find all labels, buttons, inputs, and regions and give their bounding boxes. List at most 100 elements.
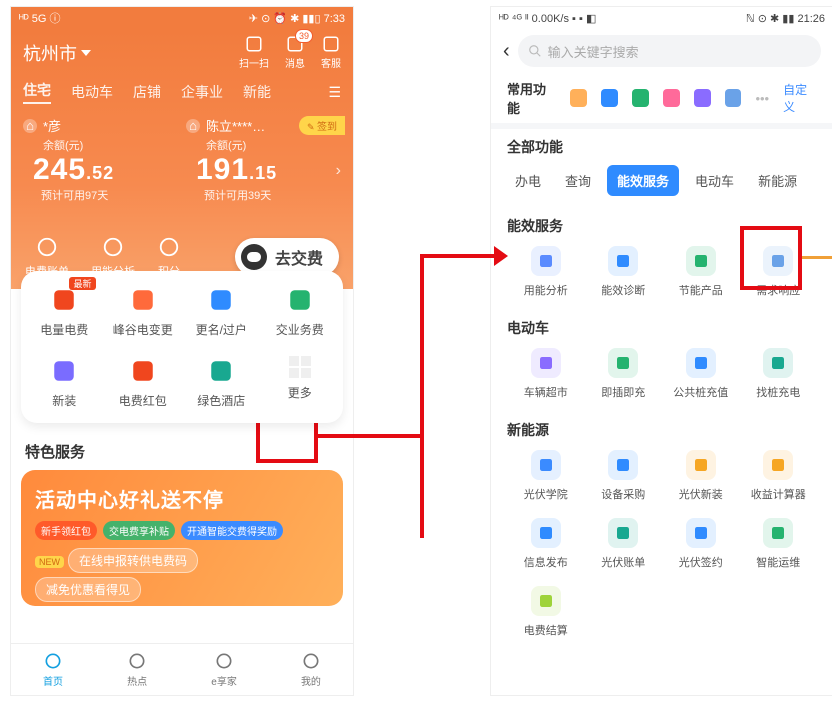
headset-icon-button[interactable]: 客服 bbox=[321, 35, 341, 70]
chevron-down-icon bbox=[81, 50, 91, 56]
func-item-光伏账单[interactable]: 光伏账单 bbox=[585, 518, 663, 570]
sign-in-button[interactable]: ✎ 签到 bbox=[299, 116, 345, 135]
search-placeholder: 输入关键字搜索 bbox=[548, 42, 639, 61]
func-icon bbox=[531, 586, 561, 616]
section-电动车: 电动车车辆超市即插即充公共桩充值找桩充电 bbox=[491, 306, 832, 408]
cat-tab-能效服务[interactable]: 能效服务 bbox=[607, 165, 679, 196]
func-icon bbox=[531, 246, 561, 276]
section-能效服务: 能效服务用能分析能效诊断节能产品需求响应 bbox=[491, 204, 832, 306]
grid-item-峰谷电变更[interactable]: 峰谷电变更 bbox=[104, 285, 183, 338]
balance-card-2[interactable]: ✎ 签到 ⌂陈立****… 余额(元) 191.15 预计可用39天 › bbox=[186, 116, 341, 203]
arrow-segment bbox=[420, 254, 500, 258]
cat-tab-电动车[interactable]: 电动车 bbox=[687, 166, 742, 195]
status-left: ᴴᴰ 5G ⓘ bbox=[19, 10, 60, 26]
func-item-公共桩充值[interactable]: 公共桩充值 bbox=[662, 348, 740, 400]
func-item-用能分析[interactable]: 用能分析 bbox=[507, 246, 585, 298]
balance-card-1[interactable]: ⌂*彦 余额(元) 245.52 预计可用97天 bbox=[23, 116, 178, 203]
install-icon bbox=[49, 356, 79, 386]
more-icon bbox=[289, 356, 311, 378]
tab-店铺[interactable]: 店铺 bbox=[133, 82, 161, 102]
status-right: ✈ ⊙ ⏰ ✱ ▮▮▯ 7:33 bbox=[249, 12, 345, 25]
grid-item-交业务费[interactable]: 交业务费 bbox=[261, 285, 340, 338]
tab-电动车[interactable]: 电动车 bbox=[71, 82, 113, 102]
cat-tab-新能源[interactable]: 新能源 bbox=[750, 166, 805, 195]
arrow-segment bbox=[318, 434, 424, 438]
section-title-special: 特色服务 bbox=[25, 441, 339, 462]
func-item-即插即充[interactable]: 即插即充 bbox=[585, 348, 663, 400]
pie-icon bbox=[101, 235, 125, 259]
status-bar: ᴴᴰ 5G ⓘ ✈ ⊙ ⏰ ✱ ▮▮▯ 7:33 bbox=[11, 7, 353, 29]
customize-button[interactable]: 自定义 bbox=[783, 81, 817, 115]
phone-functions-screen: ᴴᴰ ⁴ᴳ ᴵᴵ 0.00K/s ▪ ▪ ◧ ℕ ⊙ ✱ ▮▮ 21:26 ‹ … bbox=[490, 6, 832, 696]
location-picker[interactable]: 杭州市 bbox=[23, 40, 91, 66]
grid-item-新装[interactable]: 新装 bbox=[25, 356, 104, 409]
func-icon bbox=[686, 348, 716, 378]
search-input[interactable]: 输入关键字搜索 bbox=[518, 35, 821, 67]
tab-企事业[interactable]: 企事业 bbox=[181, 82, 223, 102]
func-item-节能产品[interactable]: 节能产品 bbox=[662, 246, 740, 298]
cat-tab-办电[interactable]: 办电 bbox=[507, 166, 549, 195]
section-title: 新能源 bbox=[507, 420, 817, 440]
func-item-光伏签约[interactable]: 光伏签约 bbox=[662, 518, 740, 570]
func-item-收益计算器[interactable]: 收益计算器 bbox=[740, 450, 818, 502]
func-icon bbox=[608, 518, 638, 548]
tab-新能[interactable]: 新能 bbox=[243, 82, 271, 102]
chevron-right-icon: › bbox=[336, 162, 341, 180]
func-item-信息发布[interactable]: 信息发布 bbox=[507, 518, 585, 570]
nav-e享家[interactable]: e享家 bbox=[211, 651, 237, 688]
tabs-more-icon[interactable]: ☰ bbox=[328, 84, 341, 101]
nav-首页[interactable]: 首页 bbox=[43, 651, 63, 688]
news-icon bbox=[127, 651, 147, 671]
tab-住宅[interactable]: 住宅 bbox=[23, 80, 51, 104]
section-title: 电动车 bbox=[507, 318, 817, 338]
func-item-光伏学院[interactable]: 光伏学院 bbox=[507, 450, 585, 502]
search-icon bbox=[528, 44, 542, 58]
func-item-找桩充电[interactable]: 找桩充电 bbox=[740, 348, 818, 400]
arrow-segment bbox=[420, 254, 424, 434]
bill-icon bbox=[35, 235, 59, 259]
nav-我的[interactable]: 我的 bbox=[301, 651, 321, 688]
promo-banner[interactable]: 活动中心好礼送不停 新手领红包 交电费享补贴 开通智能交费得奖励 NEW在线申报… bbox=[21, 470, 343, 606]
scan-icon-button[interactable]: 扫一扫 bbox=[239, 35, 269, 70]
fee-icon bbox=[285, 285, 315, 315]
func-icon bbox=[531, 518, 561, 548]
freq-icon[interactable] bbox=[694, 89, 711, 107]
message-icon-button[interactable]: 39消息 bbox=[285, 35, 305, 70]
dots-icon: ••• bbox=[755, 91, 769, 106]
grid-item-更名/过户[interactable]: 更名/过户 bbox=[182, 285, 261, 338]
func-icon bbox=[531, 348, 561, 378]
home-icon bbox=[43, 651, 63, 671]
func-icon bbox=[763, 518, 793, 548]
freq-icon[interactable] bbox=[601, 89, 618, 107]
func-icon bbox=[686, 450, 716, 480]
func-icon bbox=[531, 450, 561, 480]
status-bar: ᴴᴰ ⁴ᴳ ᴵᴵ 0.00K/s ▪ ▪ ◧ ℕ ⊙ ✱ ▮▮ 21:26 bbox=[491, 7, 832, 29]
section-新能源: 新能源光伏学院设备采购光伏新装收益计算器信息发布光伏账单光伏签约智能运维电费结算 bbox=[491, 408, 832, 646]
func-item-能效诊断[interactable]: 能效诊断 bbox=[585, 246, 663, 298]
cat-tab-查询[interactable]: 查询 bbox=[557, 166, 599, 195]
freq-icon[interactable] bbox=[570, 89, 587, 107]
func-icon bbox=[608, 246, 638, 276]
func-item-设备采购[interactable]: 设备采购 bbox=[585, 450, 663, 502]
section-title: 能效服务 bbox=[507, 216, 817, 236]
freq-icon[interactable] bbox=[725, 89, 742, 107]
arrow-head-icon bbox=[494, 246, 508, 266]
freq-icon[interactable] bbox=[663, 89, 680, 107]
back-button[interactable]: ‹ bbox=[503, 40, 510, 63]
grid-item-电费红包[interactable]: 电费红包 bbox=[104, 356, 183, 409]
grid-item-更多[interactable]: 更多 bbox=[261, 356, 340, 409]
category-tabs: 办电查询能效服务电动车新能源 bbox=[507, 165, 817, 196]
func-item-智能运维[interactable]: 智能运维 bbox=[740, 518, 818, 570]
func-item-光伏新装[interactable]: 光伏新装 bbox=[662, 450, 740, 502]
function-grid-card: 最新电量电费峰谷电变更更名/过户交业务费新装电费红包绿色酒店更多 bbox=[21, 271, 343, 423]
func-item-车辆超市[interactable]: 车辆超市 bbox=[507, 348, 585, 400]
func-icon bbox=[763, 246, 793, 276]
func-item-需求响应[interactable]: 需求响应 bbox=[740, 246, 818, 298]
nav-热点[interactable]: 热点 bbox=[127, 651, 147, 688]
func-item-电费结算[interactable]: 电费结算 bbox=[507, 586, 585, 638]
func-icon bbox=[763, 348, 793, 378]
grid-item-电量电费[interactable]: 最新电量电费 bbox=[25, 285, 104, 338]
grid-item-绿色酒店[interactable]: 绿色酒店 bbox=[182, 356, 261, 409]
freq-icon[interactable] bbox=[632, 89, 649, 107]
phone-home-screen: ᴴᴰ 5G ⓘ ✈ ⊙ ⏰ ✱ ▮▮▯ 7:33 杭州市 扫一扫 39消息客服 住… bbox=[10, 6, 354, 696]
